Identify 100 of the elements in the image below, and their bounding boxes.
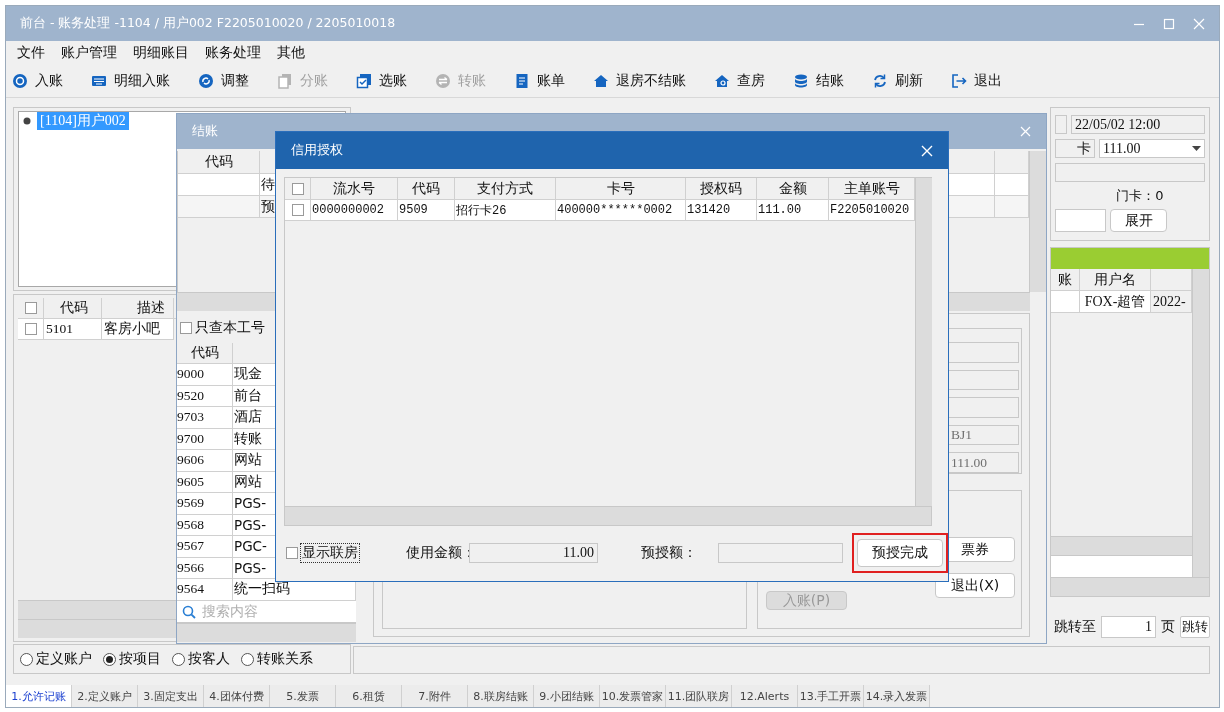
scroll-bar[interactable] [1051, 577, 1209, 596]
table-cell: 9703 [177, 407, 233, 429]
amount-dropdown[interactable]: 111.00 [1099, 139, 1205, 158]
checkbox[interactable] [24, 323, 37, 335]
circle-arrows-icon [198, 73, 214, 89]
table-cell: 客房小吧 [102, 319, 174, 340]
tab[interactable]: 4.团体付费 [204, 685, 270, 707]
maximize-icon [1163, 17, 1175, 30]
copy-icon [277, 73, 293, 89]
tab[interactable]: 14.录入发票 [864, 685, 930, 707]
close-icon [921, 144, 933, 157]
column-header: 代码 [44, 298, 102, 319]
tab[interactable]: 5.发票 [270, 685, 336, 707]
expand-button[interactable]: 展开 [1110, 209, 1167, 232]
checkbox-icon [356, 73, 372, 89]
refresh-icon [872, 73, 888, 89]
menu-item[interactable]: 其他 [269, 44, 313, 62]
input-field[interactable] [947, 342, 1019, 363]
toolbar-button[interactable]: 账单 [514, 72, 565, 90]
window-title: 前台 - 账务处理 -1104 / 用户002 F2205010020 / 2205010018 [20, 15, 396, 32]
toolbar-button[interactable]: 刷新 [872, 72, 923, 90]
bullet-icon [23, 116, 31, 125]
menu-item[interactable]: 账务处理 [197, 44, 269, 62]
input-field[interactable] [1055, 209, 1106, 232]
radio-option[interactable]: 转账关系 [241, 650, 313, 668]
scroll-bar[interactable] [915, 178, 932, 506]
tab[interactable]: 12.Alerts [732, 685, 798, 707]
toolbar-button[interactable]: 查房 [714, 72, 765, 90]
field-label: 使用金额： [406, 544, 469, 562]
dialog-title: 信用授权 [291, 142, 343, 159]
door-card-count: 门卡：0 [1116, 186, 1164, 205]
database-icon [793, 73, 809, 89]
toolbar-button[interactable]: 结账 [793, 72, 844, 90]
checkbox[interactable] [291, 204, 304, 216]
dialog-button[interactable]: 退出(X) [935, 573, 1015, 598]
scroll-bar[interactable] [1192, 269, 1209, 577]
table-cell: 9606 [177, 450, 233, 472]
scroll-bar[interactable] [1029, 151, 1046, 292]
tab[interactable]: 3.固定支出 [138, 685, 204, 707]
page-field[interactable]: 1 [1101, 616, 1156, 638]
tab[interactable]: 2.定义账户 [72, 685, 138, 707]
field-label: 卡 [1055, 139, 1095, 158]
input-field[interactable]: 111.00 [947, 452, 1019, 473]
input-field[interactable] [947, 397, 1019, 418]
table-cell: 5101 [44, 319, 102, 340]
menu-item[interactable]: 账户管理 [53, 44, 125, 62]
input-field[interactable] [947, 369, 1019, 391]
checkbox[interactable] [291, 182, 304, 195]
dropdown-arrow-icon [1192, 146, 1201, 151]
radio-option[interactable]: 按项目 [103, 650, 161, 668]
coin-icon [12, 73, 28, 89]
checkbox[interactable] [180, 322, 192, 334]
toolbar-button[interactable]: 选账 [356, 72, 407, 90]
document-icon [514, 73, 530, 89]
tab[interactable]: 7.附件 [402, 685, 468, 707]
checkbox[interactable] [286, 547, 298, 559]
tab[interactable]: 10.发票管家 [600, 685, 666, 707]
toolbar-button[interactable]: 入账 [12, 72, 63, 90]
table-cell: 9569 [177, 493, 233, 515]
radio-option[interactable]: 按客人 [172, 650, 230, 668]
page-unit: 页 [1160, 618, 1175, 636]
scroll-bar[interactable] [1051, 536, 1192, 555]
table-cell: 待 [261, 175, 275, 194]
exit-icon [951, 73, 967, 89]
house-icon [593, 73, 609, 89]
input-field[interactable]: BJ1 [947, 424, 1019, 446]
column-header: 描述 [102, 298, 174, 319]
tab[interactable]: 9.小团结账 [534, 685, 600, 707]
table-cell: 预 [261, 197, 275, 216]
checkbox-option[interactable]: 只查本工号 [177, 313, 356, 343]
date-field[interactable]: 22/05/02 12:00 [1071, 115, 1205, 134]
swap-icon [435, 73, 451, 89]
tab[interactable]: 1.允许记账 [6, 685, 72, 707]
toolbar-button[interactable]: 退房不结账 [593, 72, 686, 90]
toolbar-button[interactable]: 调整 [198, 72, 249, 90]
tab[interactable]: 11.团队联房 [666, 685, 732, 707]
jump-button[interactable]: 跳转 [1179, 616, 1210, 638]
tab[interactable]: 13.手工开票 [798, 685, 864, 707]
menu-item[interactable]: 文件 [9, 44, 53, 62]
tab[interactable]: 6.租赁 [336, 685, 402, 707]
close-icon [1193, 17, 1205, 30]
checkbox[interactable] [24, 302, 37, 314]
scroll-bar[interactable] [285, 506, 931, 525]
radio-option[interactable]: 定义账户 [20, 650, 92, 668]
house-search-icon [714, 73, 730, 89]
pager-label: 跳转至 [1054, 618, 1096, 636]
menu-item[interactable]: 明细账目 [125, 44, 197, 62]
search-icon [182, 604, 196, 619]
toolbar-button[interactable]: 退出 [951, 72, 1002, 90]
input-field[interactable] [1055, 115, 1067, 134]
close-icon [1020, 126, 1031, 137]
table-cell: 9564 [177, 579, 233, 601]
amount-field[interactable]: 11.00 [469, 543, 598, 563]
search-field[interactable]: 搜索内容 [177, 600, 356, 623]
confirm-button[interactable]: 预授完成 [857, 539, 943, 567]
keyboard-icon [91, 73, 107, 89]
tab[interactable]: 8.联房结账 [468, 685, 534, 707]
input-field[interactable] [1055, 163, 1205, 182]
toolbar-button[interactable]: 明细入账 [91, 72, 170, 90]
input-field[interactable] [718, 543, 843, 563]
